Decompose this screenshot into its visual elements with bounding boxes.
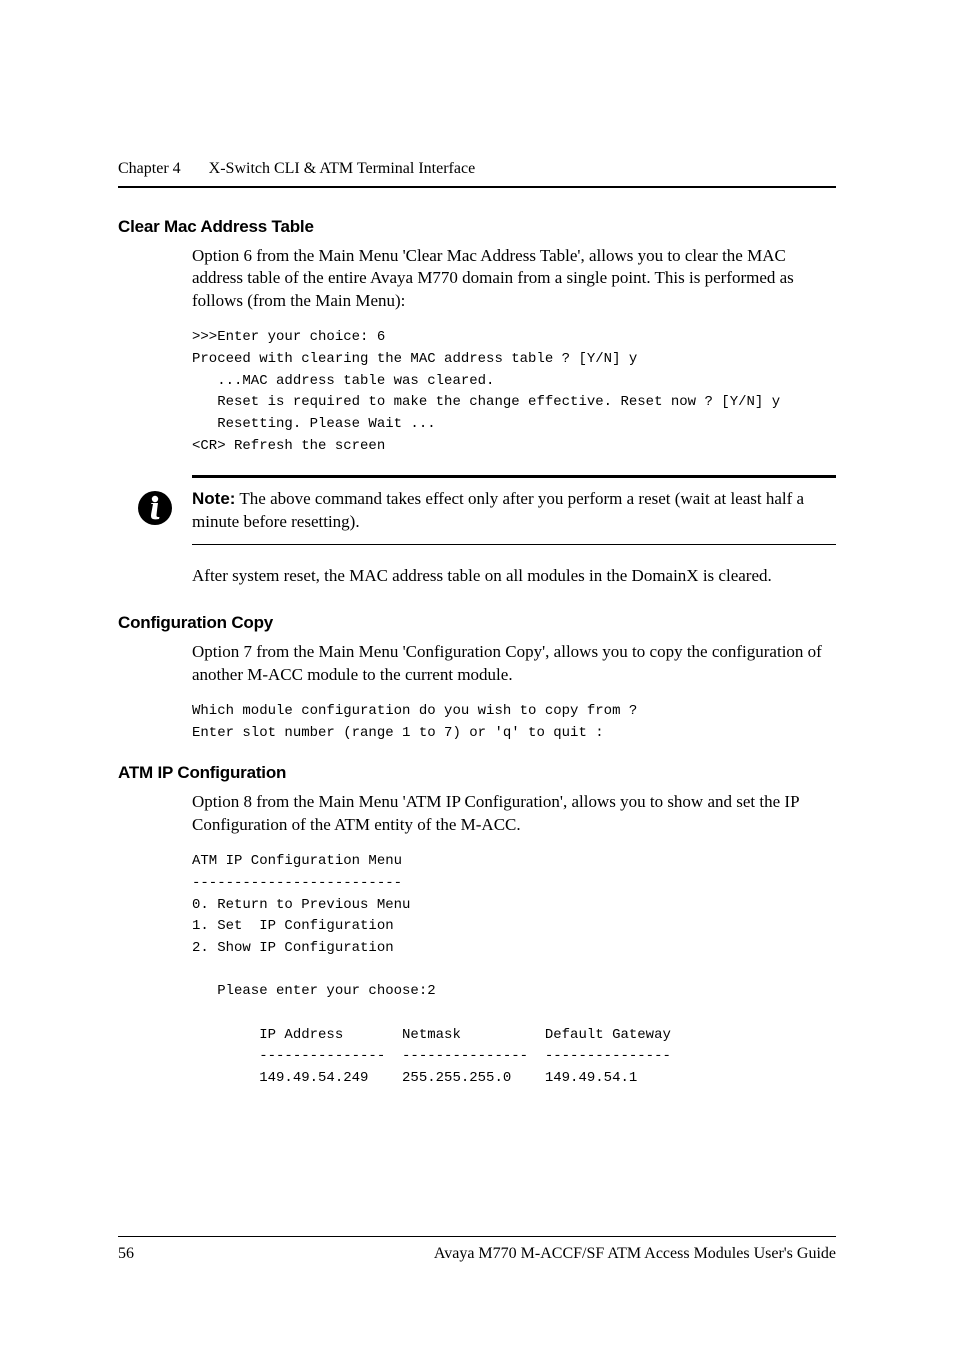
guide-title: Avaya M770 M-ACCF/SF ATM Access Modules … [434, 1243, 836, 1265]
info-icon [118, 488, 192, 526]
footer: 56 Avaya M770 M-ACCF/SF ATM Access Modul… [118, 1236, 836, 1265]
note-text: Note: The above command takes effect onl… [192, 488, 836, 534]
note-rule-bottom [192, 544, 836, 545]
code-atm-ip: ATM IP Configuration Menu --------------… [192, 851, 836, 1090]
chapter-title: X-Switch CLI & ATM Terminal Interface [209, 158, 476, 180]
footer-rule [118, 1236, 836, 1237]
heading-atm-ip: ATM IP Configuration [118, 762, 836, 785]
header-rule [118, 186, 836, 188]
note-row: Note: The above command takes effect onl… [118, 478, 836, 544]
note-block: Note: The above command takes effect onl… [118, 475, 836, 545]
chapter-label: Chapter 4 [118, 158, 181, 180]
page: Chapter 4 X-Switch CLI & ATM Terminal In… [0, 0, 954, 1351]
note-body: The above command takes effect only afte… [192, 489, 804, 531]
para-config-copy: Option 7 from the Main Menu 'Configurati… [192, 641, 836, 687]
heading-clear-mac: Clear Mac Address Table [118, 216, 836, 239]
para-after-note: After system reset, the MAC address tabl… [192, 565, 836, 588]
note-label: Note: [192, 489, 235, 508]
para-clear-mac: Option 6 from the Main Menu 'Clear Mac A… [192, 245, 836, 314]
running-head: Chapter 4 X-Switch CLI & ATM Terminal In… [118, 158, 836, 180]
para-atm-ip: Option 8 from the Main Menu 'ATM IP Conf… [192, 791, 836, 837]
code-clear-mac: >>>Enter your choice: 6 Proceed with cle… [192, 327, 836, 457]
page-number: 56 [118, 1243, 134, 1265]
heading-config-copy: Configuration Copy [118, 612, 836, 635]
code-config-copy: Which module configuration do you wish t… [192, 701, 836, 744]
